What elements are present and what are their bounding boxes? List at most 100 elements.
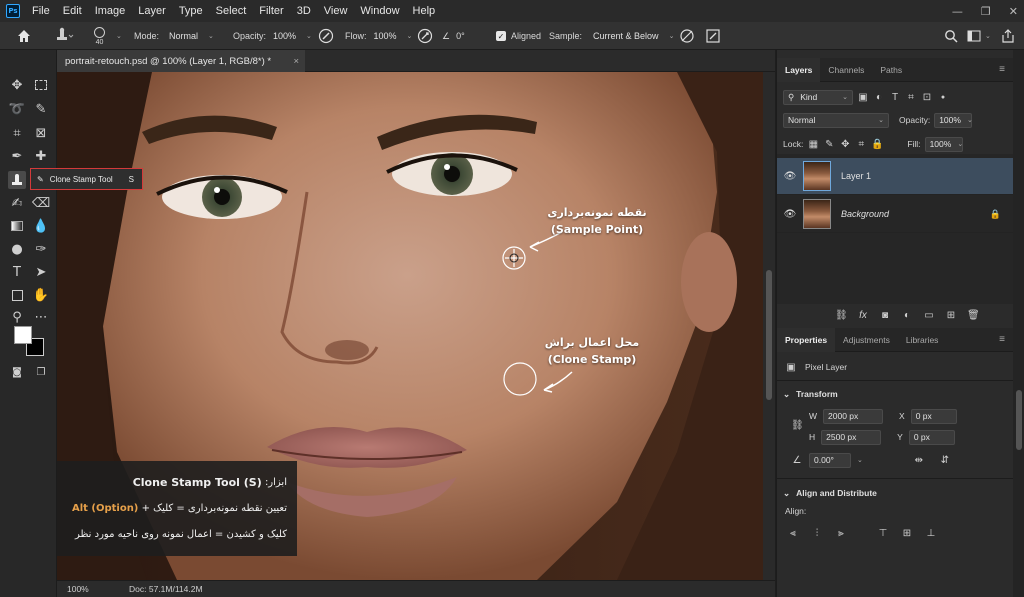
add-mask-icon[interactable]: ◙ (879, 310, 891, 321)
lock-pixels-icon[interactable]: ✎ (823, 139, 835, 150)
frame-tool-icon[interactable]: ⊠ (32, 124, 50, 142)
group-icon[interactable]: ▭ (923, 310, 935, 321)
trash-icon[interactable]: 🗑 (967, 310, 980, 321)
new-layer-icon[interactable]: ⊞ (945, 310, 957, 321)
menu-image[interactable]: Image (95, 5, 126, 17)
workspace-dropdown-icon[interactable]: ⌄ (985, 22, 991, 50)
menu-edit[interactable]: Edit (63, 5, 82, 17)
pen-tool-icon[interactable]: ✑ (32, 240, 50, 258)
align-section[interactable]: ⌄ Align and Distribute (777, 484, 1013, 502)
tab-adjustments[interactable]: Adjustments (835, 328, 898, 352)
align-right-icon[interactable]: ⫸ (835, 528, 847, 539)
search-icon[interactable] (944, 22, 958, 50)
gradient-tool-icon[interactable] (8, 217, 26, 235)
link-layers-icon[interactable]: ⛓ (835, 310, 848, 321)
menu-view[interactable]: View (324, 5, 348, 17)
crop-tool-icon[interactable]: ⌗ (8, 124, 26, 142)
tool-preset-picker[interactable] (52, 22, 74, 50)
transform-section[interactable]: ⌄ Transform (777, 385, 1013, 403)
document-tab[interactable]: portrait-retouch.psd @ 100% (Layer 1, RG… (57, 50, 305, 72)
y-field[interactable]: 0 px (908, 429, 955, 445)
fill-field[interactable]: 100% ⌄ (924, 136, 963, 152)
mode-dropdown[interactable]: Normal ⌄ (164, 28, 219, 44)
healing-brush-tool-icon[interactable]: ✚ (32, 147, 50, 165)
doc-size-info[interactable]: Doc: 57.1M/114.2M (129, 584, 203, 594)
rotation-field[interactable]: 0.00° (809, 452, 851, 468)
pressure-size-icon[interactable] (705, 22, 721, 50)
workspace-icon[interactable] (967, 22, 981, 50)
brush-angle-value[interactable]: 0° (456, 31, 465, 41)
menu-filter[interactable]: Filter (259, 5, 283, 17)
scrollbar-thumb[interactable] (1016, 390, 1022, 450)
lasso-tool-icon[interactable]: ➰ (8, 100, 26, 118)
lock-transparent-icon[interactable]: ▦ (807, 139, 819, 150)
link-dimensions-icon[interactable]: ⛓ (791, 420, 804, 431)
flow-field[interactable]: 100% ⌄ (372, 28, 415, 44)
eyedropper-tool-icon[interactable]: ✒ (8, 147, 26, 165)
blend-mode-dropdown[interactable]: Normal ⌄ (783, 112, 889, 128)
lock-position-icon[interactable]: ✥ (839, 139, 851, 150)
path-selection-tool-icon[interactable]: ➤ (32, 263, 50, 281)
share-icon[interactable] (1001, 22, 1015, 50)
blur-tool-icon[interactable]: 💧 (32, 217, 50, 235)
scrollbar-thumb[interactable] (766, 270, 772, 400)
canvas-scrollbar[interactable] (763, 72, 775, 580)
close-tab-icon[interactable]: × (293, 56, 299, 67)
minimize-button[interactable]: — (952, 5, 963, 18)
pressure-opacity-icon[interactable] (318, 22, 334, 50)
history-brush-tool-icon[interactable]: ✍ (8, 194, 26, 212)
menu-window[interactable]: Window (360, 5, 399, 17)
marquee-tool-icon[interactable] (32, 76, 50, 94)
eraser-tool-icon[interactable]: ⌫ (32, 194, 50, 212)
height-field[interactable]: 2500 px (821, 429, 882, 445)
opacity-field[interactable]: 100% ⌄ (271, 28, 314, 44)
close-window-button[interactable]: ✕ (1009, 5, 1018, 18)
flip-vertical-icon[interactable]: ⇵ (939, 455, 951, 466)
layer-row-background[interactable]: 👁 Background 🔒 (777, 196, 1013, 233)
layer-opacity-field[interactable]: 100% ⌄ (934, 112, 973, 128)
visibility-eye-icon[interactable]: 👁 (777, 209, 803, 220)
quick-select-tool-icon[interactable]: ✎ (32, 100, 50, 118)
filter-type-icon[interactable]: T (889, 92, 901, 103)
align-top-icon[interactable]: ⊤ (877, 528, 889, 539)
filter-pixel-icon[interactable]: ▣ (857, 92, 869, 103)
menu-3d[interactable]: 3D (297, 5, 311, 17)
clone-stamp-tool-icon[interactable] (8, 171, 26, 189)
rectangle-tool-icon[interactable] (8, 286, 26, 304)
sample-dropdown[interactable]: Current & Below ⌄ (588, 28, 679, 44)
brush-size-picker[interactable]: 40 (94, 22, 105, 50)
tab-channels[interactable]: Channels (820, 58, 872, 82)
panel-menu-icon[interactable]: ≡ (999, 64, 1005, 75)
visibility-eye-icon[interactable]: 👁 (777, 171, 803, 182)
menu-layer[interactable]: Layer (138, 5, 166, 17)
hand-tool-icon[interactable]: ✋ (32, 286, 50, 304)
x-field[interactable]: 0 px (910, 408, 957, 424)
align-left-icon[interactable]: ⫷ (787, 528, 799, 539)
type-tool-icon[interactable]: T (8, 263, 26, 281)
width-field[interactable]: 2000 px (823, 408, 884, 424)
menu-file[interactable]: File (32, 5, 50, 17)
tab-paths[interactable]: Paths (872, 58, 910, 82)
filter-toggle-icon[interactable]: ● (937, 94, 949, 101)
home-icon[interactable] (16, 22, 32, 50)
lock-all-icon[interactable]: 🔒 (871, 139, 883, 150)
ignore-adjustment-layers-icon[interactable] (679, 22, 695, 50)
layer-row-layer-1[interactable]: 👁 Layer 1 (777, 158, 1013, 195)
menu-select[interactable]: Select (216, 5, 247, 17)
move-tool-icon[interactable]: ✥ (8, 76, 26, 94)
fx-icon[interactable]: fx (857, 310, 869, 321)
aligned-checkbox[interactable]: ✓ Aligned (496, 22, 541, 50)
align-center-horizontal-icon[interactable]: ⫶ (811, 528, 823, 539)
foreground-color-swatch[interactable] (14, 326, 32, 344)
airbrush-icon[interactable] (417, 22, 433, 50)
adjustment-layer-icon[interactable]: ◐ (901, 310, 913, 321)
filter-shape-icon[interactable]: ⌗ (905, 92, 917, 103)
zoom-level[interactable]: 100% (57, 584, 107, 594)
menu-help[interactable]: Help (413, 5, 436, 17)
filter-smart-object-icon[interactable]: ⊡ (921, 92, 933, 103)
brush-dropdown-icon[interactable]: ⌄ (116, 22, 122, 50)
dock-scrollbar[interactable] (1013, 50, 1024, 597)
tab-properties[interactable]: Properties (777, 327, 836, 352)
filter-adjustment-icon[interactable]: ◐ (873, 92, 885, 103)
screen-mode-icon[interactable]: ❐ (32, 364, 50, 382)
